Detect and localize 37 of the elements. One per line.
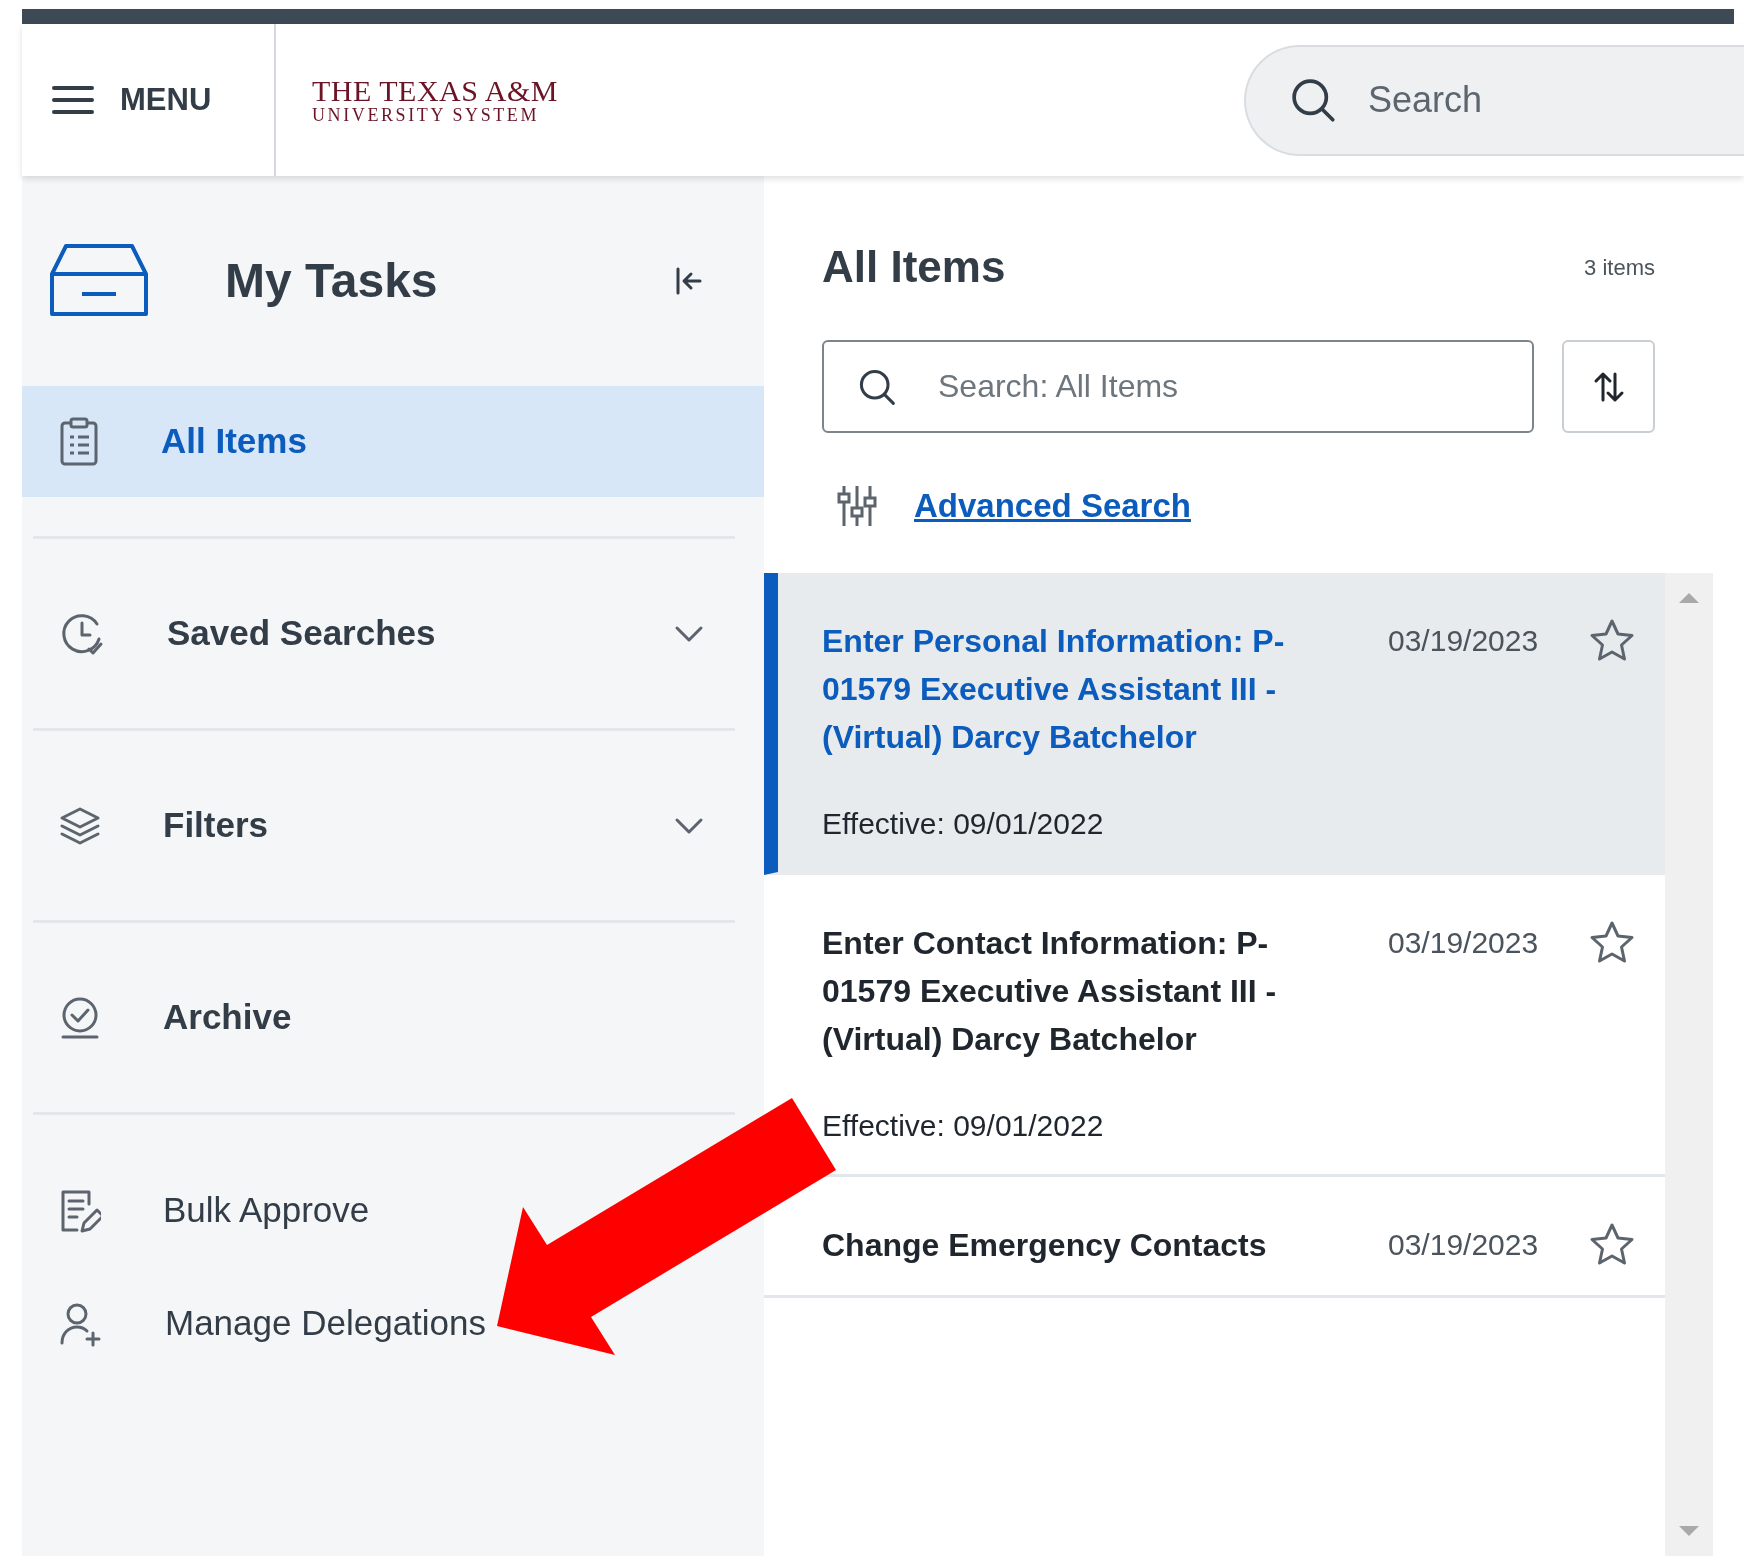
sort-button[interactable] [1562, 340, 1655, 433]
check-circle-icon [59, 995, 101, 1040]
sidebar-item[interactable]: All Items [22, 386, 764, 497]
task-date: 03/19/2023 [1388, 1226, 1539, 1263]
sidebar-link[interactable]: Manage Delegations [22, 1267, 497, 1380]
global-search-field[interactable]: Search [1244, 44, 1744, 156]
menu-button[interactable]: MENU [52, 76, 212, 124]
effective-date: Effective: 09/01/2022 [822, 1107, 1105, 1144]
university-logo[interactable]: THE TEXAS A&M UNIVERSITY SYSTEM [276, 76, 558, 124]
task-title: Enter Personal Information: P-01579 Executive Assistant III - (Virtual) Darcy Batchelor [822, 621, 1286, 757]
collapse-button[interactable] [674, 266, 704, 296]
star-icon [1589, 919, 1635, 966]
task-item[interactable]: Enter Personal Information: P-01579 Executive Assistant III - (Virtual) Darcy Batchelor 03/19/2023 Effective: 09/01/2022 [764, 572, 1665, 875]
sliders-icon [836, 483, 878, 528]
sidebar-title: My Tasks [225, 253, 438, 309]
panel-title: All Items [822, 241, 1006, 293]
task-date: 03/19/2023 [1388, 924, 1539, 961]
chevron-down-icon[interactable] [674, 816, 704, 835]
sidebar-item[interactable]: Archive [22, 962, 764, 1073]
task-date: 03/19/2023 [1388, 622, 1539, 659]
advanced-search-link[interactable]: Advanced Search [914, 481, 1191, 531]
effective-date: Effective: 09/01/2022 [822, 805, 1105, 842]
task-title: Enter Contact Information: P-01579 Executive Assistant III - (Virtual) Darcy Batchelor [822, 923, 1278, 1059]
star-icon [1589, 1221, 1635, 1268]
sidebar-link[interactable]: Bulk Approve [22, 1154, 380, 1267]
search-icon [858, 367, 896, 406]
item-count: 3 items [1584, 253, 1655, 282]
menu-icon [52, 85, 94, 115]
sidebar-section[interactable]: Saved Searches [22, 578, 764, 689]
search-icon [1290, 77, 1336, 123]
sidebar-section[interactable]: Filters [22, 770, 764, 881]
task-title: Change Emergency Contacts [822, 1225, 1268, 1265]
search-field[interactable]: Search: All Items [822, 340, 1534, 433]
collapse-icon [674, 266, 704, 296]
star-icon [1589, 617, 1635, 664]
clipboard-icon [59, 416, 99, 467]
chevron-down-icon[interactable] [674, 624, 704, 643]
